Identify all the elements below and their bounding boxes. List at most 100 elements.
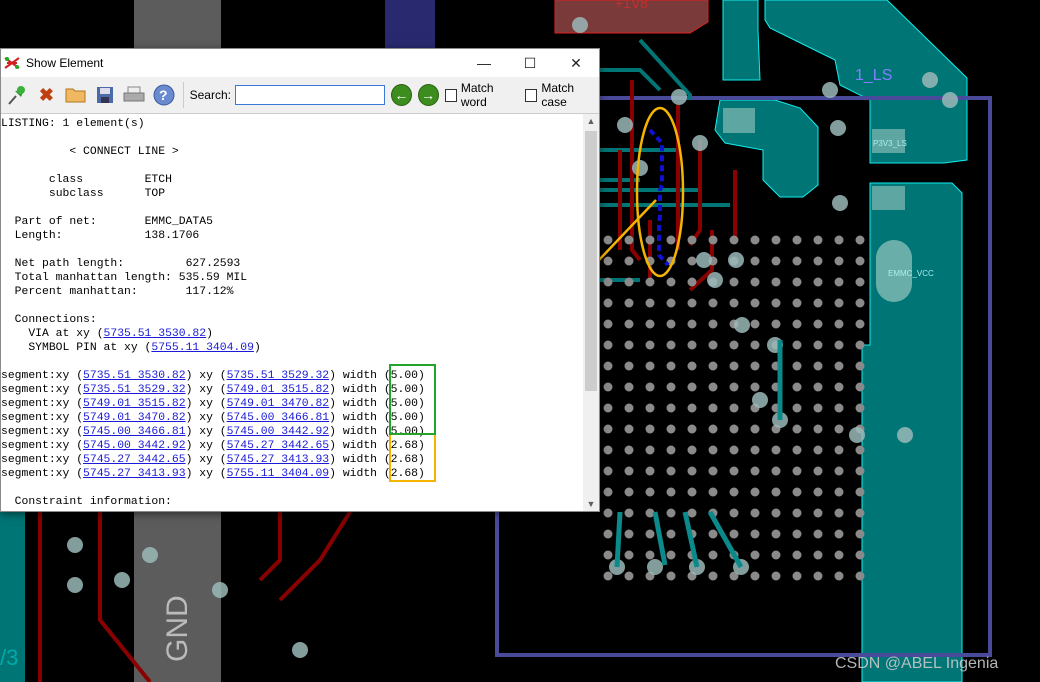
bga-pad (666, 277, 676, 287)
bga-pad (729, 508, 739, 518)
bga-pad (624, 529, 634, 539)
segment-label: segment:xy (1, 412, 70, 424)
via (572, 17, 588, 33)
width-label: width (342, 412, 377, 424)
bga-pad (687, 487, 697, 497)
segment-to-link[interactable]: 5755.11 3404.09 (227, 468, 330, 480)
segment-row: segment:xy (5745.27 3413.93) xy (5755.11… (1, 468, 425, 480)
segment-row: segment:xy (5745.27 3442.65) xy (5745.27… (1, 454, 425, 466)
via (292, 642, 308, 658)
bga-pad (792, 277, 802, 287)
match-case-checkbox[interactable] (525, 88, 538, 102)
bga-pad (750, 487, 760, 497)
search-label: Search: (189, 88, 231, 102)
toolbar: ✖ ? Search: ← → Match word Match case (1, 77, 599, 114)
bga-pad (813, 256, 823, 266)
delete-icon[interactable]: ✖ (33, 81, 59, 109)
segment-label: segment:xy (1, 440, 70, 452)
bga-pad (813, 466, 823, 476)
segment-from-link[interactable]: 5745.27 3413.93 (83, 468, 186, 480)
segment-to-link[interactable]: 5745.27 3413.93 (227, 454, 330, 466)
bga-pad (666, 445, 676, 455)
scroll-up-arrow[interactable]: ▲ (583, 116, 599, 126)
segment-to-link[interactable]: 5745.00 3442.92 (227, 426, 330, 438)
bga-pad (750, 550, 760, 560)
xy-label: xy (199, 440, 213, 452)
bga-pad (603, 529, 613, 539)
open-folder-icon[interactable] (63, 81, 89, 109)
bga-pad (645, 340, 655, 350)
pcb-label-gnd: GND (161, 595, 194, 662)
segment-row: segment:xy (5745.00 3466.81) xy (5745.00… (1, 426, 425, 438)
bga-pad (813, 403, 823, 413)
bga-pad (729, 403, 739, 413)
bga-pad (834, 424, 844, 434)
scroll-thumb[interactable] (585, 131, 597, 391)
bga-pad (603, 445, 613, 455)
bga-pad (855, 550, 865, 560)
bga-pad (603, 298, 613, 308)
bga-pad (729, 298, 739, 308)
bga-pad (729, 466, 739, 476)
bga-pad (792, 235, 802, 245)
connections-label: Connections: (14, 314, 97, 326)
xy-label: xy (199, 426, 213, 438)
segment-to-link[interactable]: 5735.51 3529.32 (227, 370, 330, 382)
via-xy-link[interactable]: 5735.51 3530.82 (104, 328, 207, 340)
search-input[interactable] (234, 85, 385, 105)
pin-icon[interactable] (4, 81, 30, 109)
segment-from-link[interactable]: 5735.51 3529.32 (83, 384, 186, 396)
segment-from-link[interactable]: 5745.27 3442.65 (83, 454, 186, 466)
bga-pad (834, 529, 844, 539)
bga-pad (624, 340, 634, 350)
listing-content[interactable]: LISTING: 1 element(s) < CONNECT LINE > c… (1, 114, 583, 511)
bga-pad (729, 529, 739, 539)
via (922, 72, 938, 88)
bga-pad (624, 298, 634, 308)
bga-pad (855, 382, 865, 392)
segment-to-link[interactable]: 5745.27 3442.65 (227, 440, 330, 452)
close-button[interactable]: ✕ (553, 55, 599, 72)
vertical-scrollbar[interactable]: ▲ ▼ (583, 114, 599, 511)
match-word-checkbox[interactable] (444, 88, 457, 102)
bga-pad (834, 340, 844, 350)
bga-pad (813, 319, 823, 329)
forward-arrow-icon[interactable]: → (417, 84, 439, 106)
segment-from-link[interactable]: 5745.00 3466.81 (83, 426, 186, 438)
pcb-trace (278, 510, 352, 602)
scroll-down-arrow[interactable]: ▼ (583, 499, 599, 509)
via (696, 252, 712, 268)
length-value: 138.1706 (144, 230, 200, 242)
bga-pad (813, 298, 823, 308)
bga-pad (855, 571, 865, 581)
bga-pad (792, 319, 802, 329)
segment-from-link[interactable]: 5749.01 3515.82 (83, 398, 186, 410)
via (114, 572, 130, 588)
segment-from-link[interactable]: 5735.51 3530.82 (83, 370, 186, 382)
segment-to-link[interactable]: 5749.01 3470.82 (227, 398, 330, 410)
bga-pad (792, 487, 802, 497)
bga-pad (792, 424, 802, 434)
bga-pad (687, 508, 697, 518)
pin-xy-link[interactable]: 5755.11 3404.09 (151, 342, 254, 354)
bga-pad (624, 256, 634, 266)
back-arrow-icon[interactable]: ← (390, 84, 412, 106)
bga-pad (750, 319, 760, 329)
bga-pad (666, 298, 676, 308)
bga-pad (855, 445, 865, 455)
xy-label: xy (199, 468, 213, 480)
print-icon[interactable] (121, 81, 147, 109)
via (942, 92, 958, 108)
segment-from-link[interactable]: 5745.00 3442.92 (83, 440, 186, 452)
segment-from-link[interactable]: 5749.01 3470.82 (83, 412, 186, 424)
segment-to-link[interactable]: 5745.00 3466.81 (227, 412, 330, 424)
via (832, 195, 848, 211)
minimize-button[interactable]: — (461, 55, 507, 71)
save-icon[interactable] (92, 81, 118, 109)
net-label: Part of net: (14, 216, 97, 228)
bga-pad (687, 361, 697, 371)
maximize-button[interactable]: ☐ (507, 55, 553, 72)
bga-pad (813, 529, 823, 539)
segment-to-link[interactable]: 5749.01 3515.82 (227, 384, 330, 396)
help-icon[interactable]: ? (150, 81, 176, 109)
